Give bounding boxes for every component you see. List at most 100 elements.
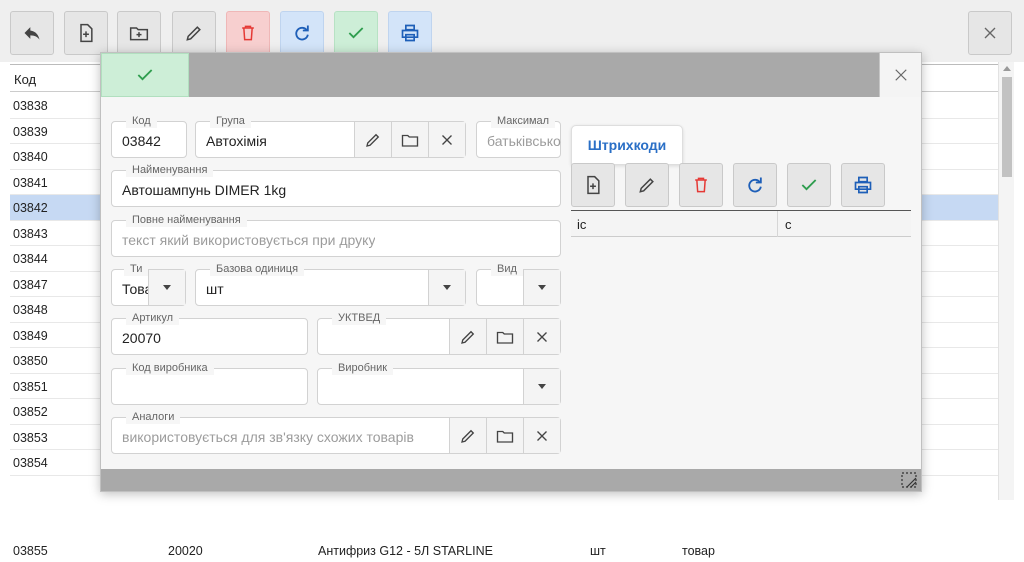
manufacturer-dropdown-button[interactable] <box>523 369 560 404</box>
pencil-icon <box>639 178 654 193</box>
delete-button[interactable] <box>226 11 270 55</box>
back-arrow-icon <box>24 27 40 40</box>
row-code: 03855 <box>13 544 48 558</box>
add-folder-button[interactable] <box>117 11 161 55</box>
manufacturer-code-field[interactable]: Код виробника <box>111 361 308 405</box>
dialog-confirm-button[interactable] <box>101 53 189 97</box>
chevron-down-icon <box>163 285 171 290</box>
pencil-icon <box>461 429 475 443</box>
pencil-icon <box>366 133 380 147</box>
max-field[interactable]: Максимал батьківсько <box>476 114 561 158</box>
close-icon <box>537 430 547 441</box>
row-unit: шт <box>590 544 606 558</box>
max-placeholder: батьківсько <box>487 133 561 149</box>
uktzed-open-button[interactable] <box>486 319 523 354</box>
max-label: Максимал <box>491 114 556 128</box>
manufacturer-code-label: Код виробника <box>126 361 214 375</box>
file-add-icon <box>80 23 93 43</box>
kind-dropdown-button[interactable] <box>523 270 560 305</box>
group-clear-button[interactable] <box>428 122 465 157</box>
file-add-icon <box>587 175 600 195</box>
barcodes-column-c-label[interactable]: c <box>785 217 792 232</box>
resize-handle-icon[interactable] <box>901 472 917 488</box>
manufacturer-select[interactable]: Виробник <box>317 361 561 405</box>
refresh-button[interactable] <box>280 11 324 55</box>
dialog-header <box>101 53 921 97</box>
barcodes-table: ic c <box>571 210 911 237</box>
barcode-print-button[interactable] <box>841 163 885 207</box>
type-dropdown-button[interactable] <box>148 270 185 305</box>
close-window-button[interactable] <box>968 11 1012 55</box>
close-icon <box>537 331 547 342</box>
analogs-clear-button[interactable] <box>523 418 560 453</box>
barcodes-column-ic[interactable]: ic <box>571 211 778 237</box>
row-code: 03842 <box>13 201 48 215</box>
confirm-button[interactable] <box>334 11 378 55</box>
uktzed-field[interactable]: УКТВЕД <box>317 311 561 355</box>
column-header-code: Код <box>14 72 37 87</box>
code-label: Код <box>126 114 157 128</box>
tab-barcodes[interactable]: Штрихкоди <box>571 125 683 165</box>
row-code: 03849 <box>13 328 48 343</box>
analogs-field[interactable]: Аналоги використовується для зв'язку схо… <box>111 410 561 454</box>
chevron-down-icon <box>538 285 546 290</box>
folder-icon <box>496 331 514 344</box>
group-edit-button[interactable] <box>354 122 391 157</box>
base-unit-select[interactable]: Базова одиниця шт <box>195 262 466 306</box>
row-code: 03850 <box>13 354 48 368</box>
full-name-field[interactable]: Повне найменування текст який використов… <box>111 213 561 257</box>
uktzed-edit-button[interactable] <box>449 319 486 354</box>
row-code: 03838 <box>13 99 48 113</box>
dialog-close-button[interactable] <box>879 53 921 97</box>
chevron-down-icon <box>538 384 546 389</box>
print-button[interactable] <box>388 11 432 55</box>
article-field[interactable]: Артикул 20070 <box>111 311 308 355</box>
refresh-icon <box>295 25 309 41</box>
group-field[interactable]: Група Автохімія <box>195 114 466 158</box>
analogs-open-button[interactable] <box>486 418 523 453</box>
edit-item-dialog: Код 03842 Група Автохімія Максимал батьк… <box>100 52 922 492</box>
barcode-add-button[interactable] <box>571 163 615 207</box>
table-row[interactable]: 03855 20020 Антифриз G12 - 5Л STARLINE ш… <box>10 540 998 562</box>
scroll-up-arrow-icon[interactable] <box>1003 66 1011 71</box>
type-value: Това <box>122 281 150 297</box>
row-code: 03848 <box>13 303 48 317</box>
name-field[interactable]: Найменування Автошампунь DIMER 1kg <box>111 163 561 207</box>
row-code: 03839 <box>13 124 48 139</box>
kind-select[interactable]: Вид <box>476 262 561 306</box>
group-open-button[interactable] <box>391 122 428 157</box>
folder-icon <box>401 134 419 147</box>
barcode-refresh-button[interactable] <box>733 163 777 207</box>
article-value: 20070 <box>122 330 161 346</box>
add-file-button[interactable] <box>64 11 108 55</box>
edit-button[interactable] <box>172 11 216 55</box>
type-label: Ти <box>124 262 149 276</box>
pencil-icon <box>461 330 475 344</box>
barcode-confirm-button[interactable] <box>787 163 831 207</box>
type-select[interactable]: Ти Това <box>111 262 186 306</box>
row-code: 03847 <box>13 277 48 292</box>
barcode-edit-button[interactable] <box>625 163 669 207</box>
printer-icon <box>401 24 419 42</box>
check-icon <box>348 27 364 39</box>
code-value: 03842 <box>122 133 161 149</box>
scroll-thumb[interactable] <box>1002 77 1012 177</box>
manufacturer-label: Виробник <box>332 361 394 375</box>
row-code: 03843 <box>13 226 48 241</box>
trash-icon <box>242 25 254 41</box>
row-code: 03841 <box>13 175 48 190</box>
base-unit-dropdown-button[interactable] <box>428 270 465 305</box>
code-field[interactable]: Код 03842 <box>111 114 187 158</box>
close-icon <box>442 134 452 145</box>
full-name-label: Повне найменування <box>126 213 247 227</box>
barcode-delete-button[interactable] <box>679 163 723 207</box>
row-name: Антифриз G12 - 5Л STARLINE <box>318 544 493 558</box>
table-scrollbar[interactable] <box>998 62 1014 500</box>
refresh-icon <box>748 177 762 193</box>
analogs-label: Аналоги <box>126 410 181 424</box>
back-button[interactable] <box>10 11 54 55</box>
analogs-edit-button[interactable] <box>449 418 486 453</box>
trash-icon <box>695 177 707 193</box>
check-icon <box>137 69 153 81</box>
uktzed-clear-button[interactable] <box>523 319 560 354</box>
